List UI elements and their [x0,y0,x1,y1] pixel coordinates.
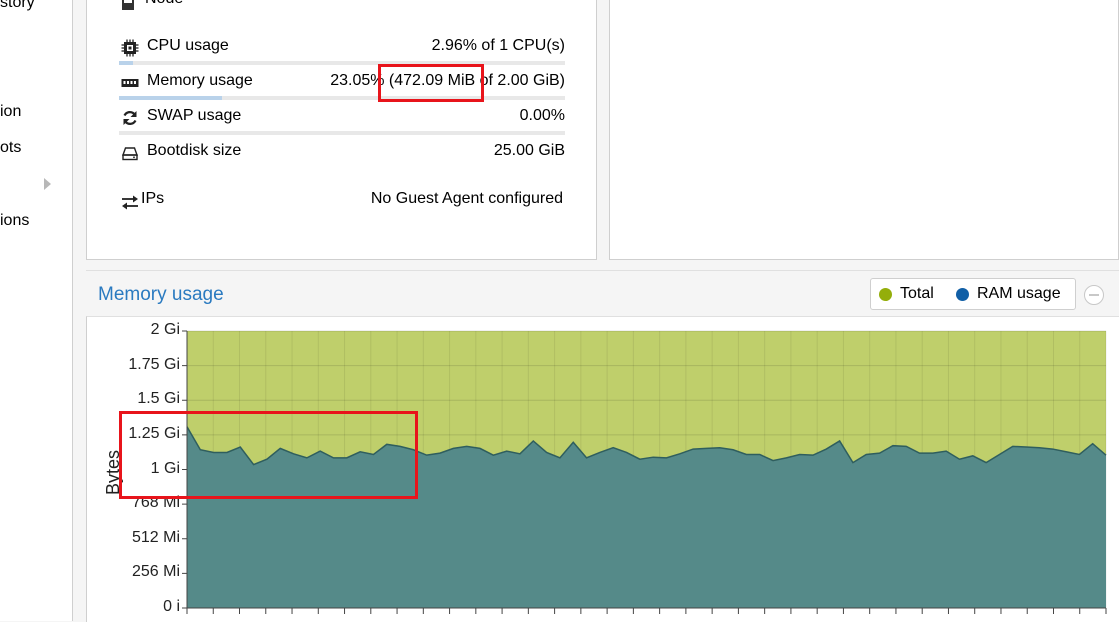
legend-ram-label[interactable]: RAM usage [977,285,1061,303]
status-panel: Node CPU usage 2.96% of 1 CPU(s) Memory … [86,0,597,260]
cpu-icon [121,39,139,57]
sidebar-item-permissions[interactable]: ions [0,212,29,230]
swap-usage-row: SWAP usage 0.00% [119,107,565,129]
annotation-highlight-memory-value [378,64,484,102]
exchange-arrows-icon [122,195,138,210]
ips-row: IPs No Guest Agent configured [119,190,563,212]
cpu-usage-label: CPU usage [147,37,229,54]
memory-usage-row: Memory usage 23.05% (472.09 MiB of 2.00 … [119,72,565,94]
legend-ram-dot[interactable] [956,288,969,301]
ips-value: No Guest Agent configured [370,190,563,207]
cpu-usage-value: 2.96% of 1 CPU(s) [431,37,565,54]
annotation-highlight-chart-region [119,411,418,499]
expand-arrow-icon[interactable] [44,178,51,190]
cpu-usage-bar [119,61,565,65]
legend-total-label[interactable]: Total [900,285,934,303]
memory-usage-bar [119,96,565,100]
memory-icon [121,79,139,87]
sidebar-item-history[interactable]: story [0,0,35,12]
bootdisk-size-value: 25.00 GiB [493,142,565,159]
notes-panel [609,0,1119,260]
sidebar-item-snapshots[interactable]: ots [0,139,21,157]
cpu-usage-bar-fill [119,61,133,65]
navigation-sidebar: story ion ots ions [0,0,73,621]
ips-label: IPs [141,190,165,207]
collapse-icon[interactable] [1084,285,1104,305]
legend-total-dot[interactable] [879,288,892,301]
node-label: Node [145,0,183,8]
chart-title: Memory usage [98,284,224,305]
swap-usage-value: 0.00% [519,107,565,124]
swap-usage-label: SWAP usage [147,107,242,124]
cpu-usage-row: CPU usage 2.96% of 1 CPU(s) [119,37,565,59]
chart-legend: Total RAM usage [870,278,1076,310]
sidebar-item-migration[interactable]: ion [0,103,21,121]
swap-usage-bar [119,131,565,135]
memory-usage-label: Memory usage [147,72,253,89]
memory-usage-bar-fill [119,96,222,100]
bootdisk-size-row: Bootdisk size 25.00 GiB [119,142,565,164]
node-icon [122,0,134,10]
refresh-icon [123,111,137,125]
bootdisk-size-label: Bootdisk size [147,142,242,159]
hard-disk-icon [122,147,138,161]
memory-chart-header: Memory usage Total RAM usage [86,270,1119,317]
